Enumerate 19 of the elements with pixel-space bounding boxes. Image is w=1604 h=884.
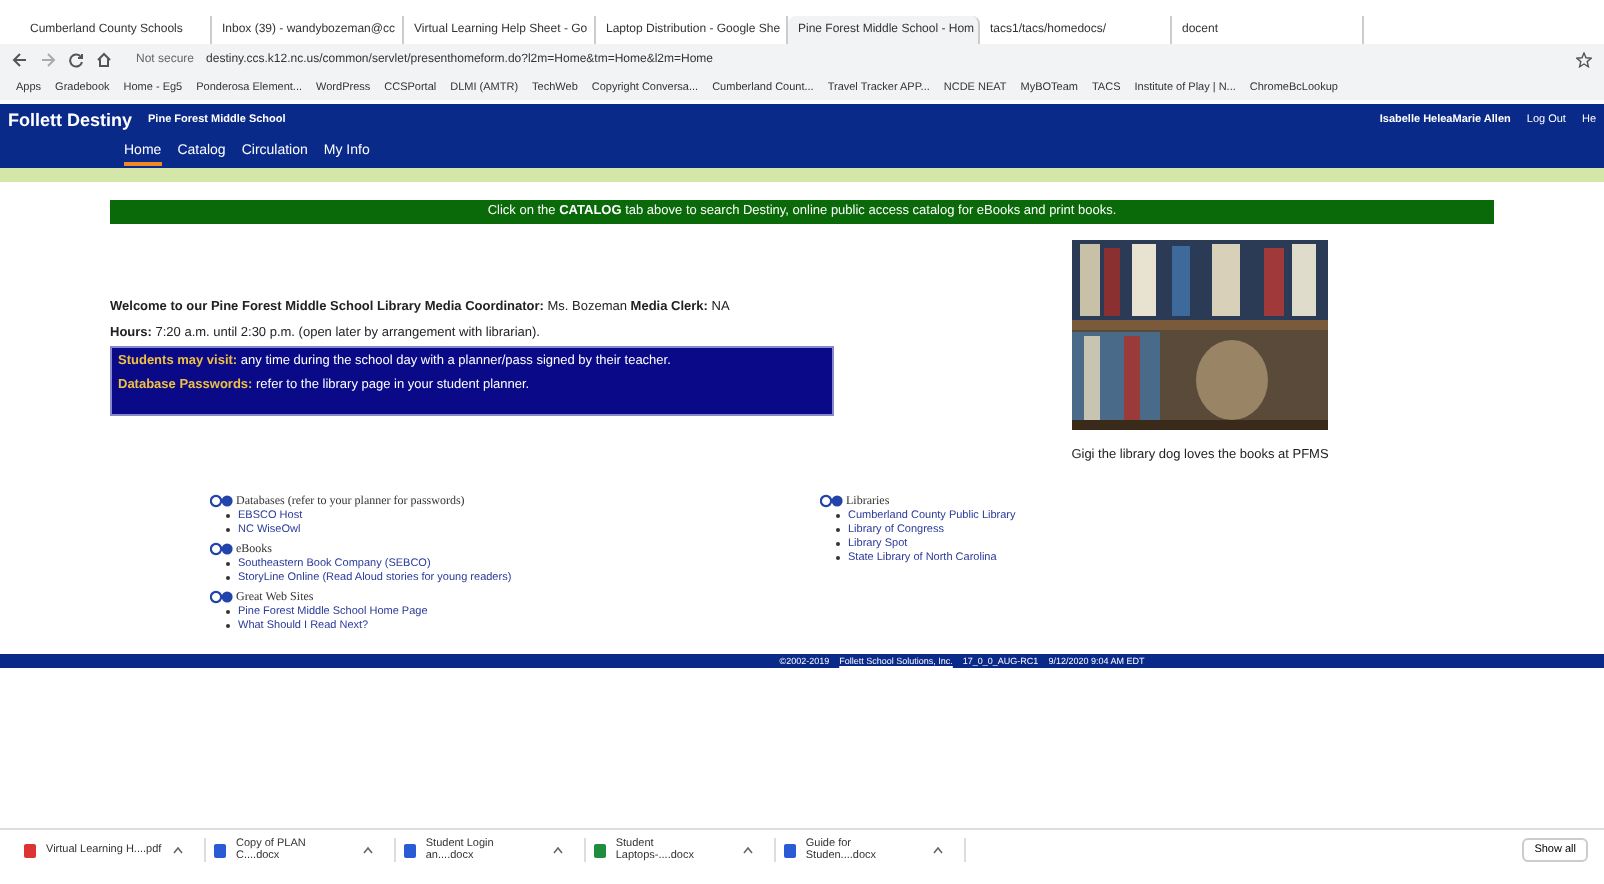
caret-icon xyxy=(172,846,184,854)
file-icon xyxy=(594,843,606,857)
file-icon xyxy=(214,843,226,857)
brand-logo: Follett Destiny xyxy=(8,110,133,130)
file-icon xyxy=(404,843,416,857)
star-icon[interactable] xyxy=(1576,52,1592,68)
home-icon[interactable] xyxy=(96,52,112,68)
file-icon xyxy=(24,843,36,857)
links-icon xyxy=(210,542,234,556)
back-icon[interactable] xyxy=(12,52,28,68)
caret-icon xyxy=(362,846,374,854)
caret-icon xyxy=(932,846,944,854)
caret-icon xyxy=(742,846,754,854)
file-icon xyxy=(784,843,796,857)
links-icon xyxy=(210,590,234,604)
links-icon xyxy=(820,494,844,508)
caret-icon xyxy=(552,846,564,854)
links-icon xyxy=(210,494,234,508)
reload-icon[interactable] xyxy=(68,52,84,68)
